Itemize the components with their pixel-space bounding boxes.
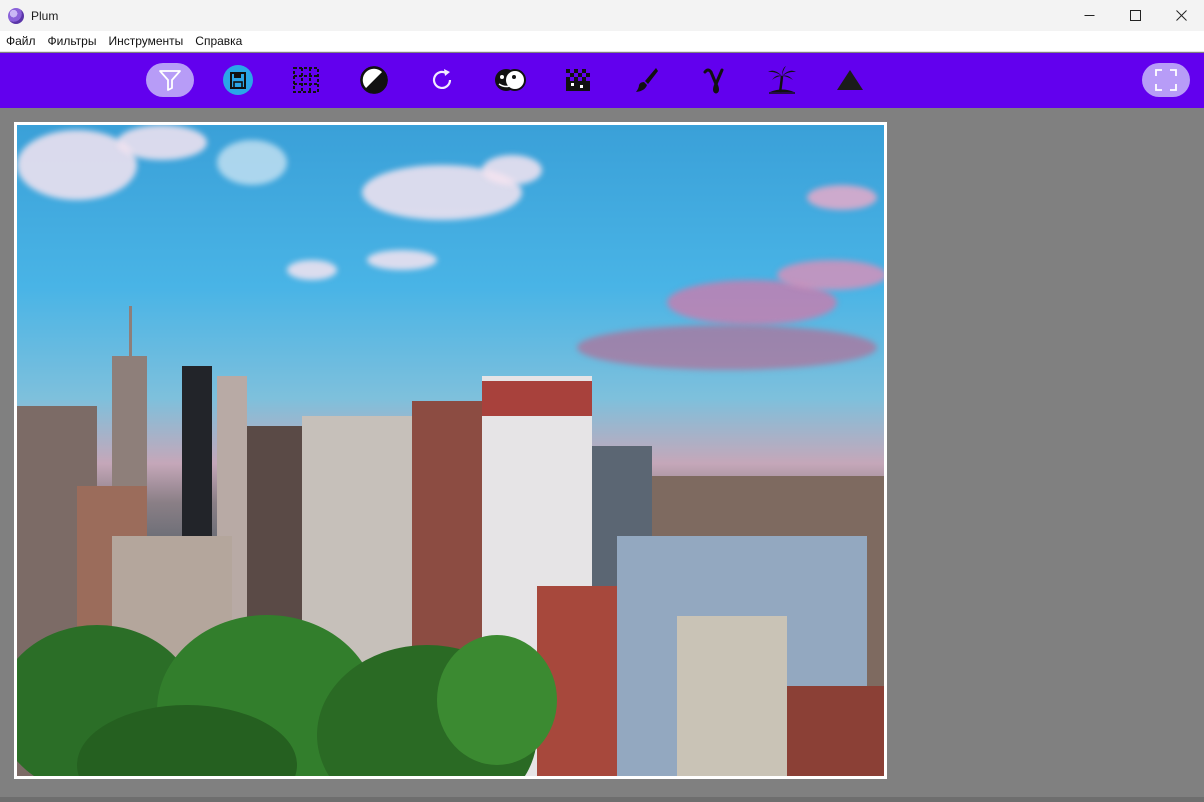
building <box>787 686 884 776</box>
plum-logo-icon <box>8 7 24 24</box>
cloud <box>777 260 884 290</box>
filter-icon <box>159 70 181 91</box>
save-button[interactable] <box>214 63 262 97</box>
menu-filters[interactable]: Фильтры <box>42 31 103 52</box>
tree <box>437 635 557 765</box>
palm-tree-icon <box>768 66 796 94</box>
building <box>677 616 787 776</box>
city-skyline-photo[interactable] <box>14 122 887 779</box>
close-icon <box>1175 10 1187 21</box>
crop-grid-button[interactable] <box>282 63 330 97</box>
pixelate-icon <box>566 69 590 91</box>
maximize-button[interactable] <box>1112 0 1158 31</box>
palm-tree-button[interactable] <box>758 63 806 97</box>
rotate-icon <box>432 69 452 89</box>
rotate-button[interactable] <box>418 63 466 97</box>
minimize-icon <box>1084 15 1094 16</box>
minimize-button[interactable] <box>1066 0 1112 31</box>
save-icon <box>223 65 253 95</box>
cloud <box>117 125 207 160</box>
image-canvas[interactable] <box>0 108 1204 802</box>
brush-icon <box>636 68 658 92</box>
contrast-button[interactable] <box>350 63 398 97</box>
menu-tools[interactable]: Инструменты <box>102 31 189 52</box>
cloud <box>807 185 877 210</box>
brush-button[interactable] <box>622 63 670 97</box>
app-window: Plum Файл Фильтры Инструменты Справка <box>0 0 1204 802</box>
cloud <box>482 155 542 185</box>
face-detect-button[interactable] <box>486 63 534 97</box>
cloud <box>577 325 877 370</box>
cloud <box>367 250 437 270</box>
crop-grid-icon <box>293 67 319 93</box>
toolbar <box>0 53 1204 108</box>
triangle-icon <box>837 70 863 90</box>
menu-file[interactable]: Файл <box>0 31 42 52</box>
filter-button[interactable] <box>146 63 194 97</box>
building-roof <box>482 381 592 416</box>
cloud <box>287 260 337 280</box>
title-bar: Plum <box>0 0 1204 31</box>
window-title: Plum <box>31 8 59 23</box>
maximize-icon <box>1129 10 1141 21</box>
close-button[interactable] <box>1158 0 1204 31</box>
window-controls <box>1066 0 1204 31</box>
triangle-button[interactable] <box>826 63 874 97</box>
gamma-button[interactable] <box>690 63 738 97</box>
cloud <box>217 140 287 185</box>
menu-help[interactable]: Справка <box>189 31 248 52</box>
status-strip <box>0 797 1204 802</box>
face-icon <box>495 69 526 91</box>
fullscreen-icon <box>1155 69 1177 91</box>
menu-bar: Файл Фильтры Инструменты Справка <box>0 31 1204 52</box>
fullscreen-button[interactable] <box>1142 63 1190 97</box>
gamma-icon <box>703 68 724 94</box>
contrast-icon <box>360 66 388 94</box>
pixelate-button[interactable] <box>554 63 602 97</box>
